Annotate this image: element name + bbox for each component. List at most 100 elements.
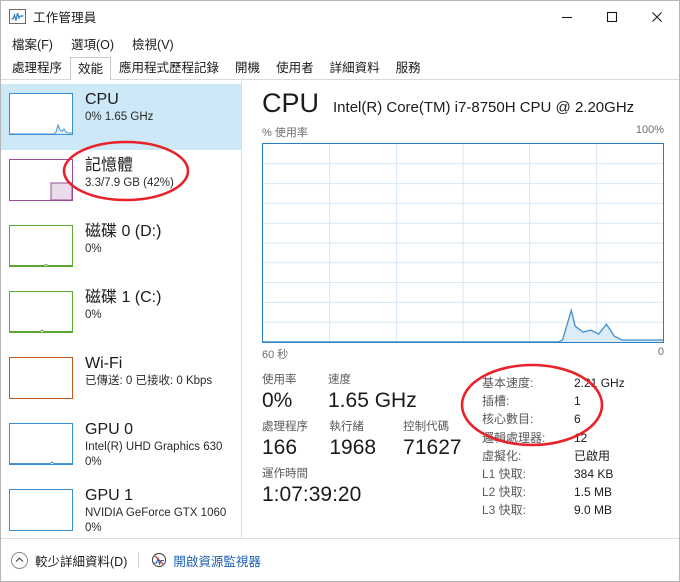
chart-bottom-labels: 60 秒 0 [262, 343, 664, 362]
detail-key: 核心數目: [482, 412, 534, 427]
chart-x-axis-label: 60 秒 [262, 349, 289, 361]
detail-key: L2 快取: [482, 485, 527, 500]
sidebar-disk0-text: 磁碟 0 (D:) 0% [85, 221, 161, 257]
stat-uptime: 運作時間 1:07:39:20 [262, 467, 361, 514]
wifi-thumbnail-graph [9, 357, 73, 399]
sidebar-item-label: Wi-Fi [85, 355, 123, 372]
sidebar-gpu0-text: GPU 0 Intel(R) UHD Graphics 630 0% [85, 419, 222, 470]
detail-value: 384 KB [574, 467, 614, 482]
resource-sidebar: CPU 0% 1.65 GHz 記憶體 3.3/7.9 GB (42%) 磁碟 … [1, 80, 242, 538]
cpu-utilization-chart[interactable] [262, 143, 664, 343]
sidebar-item-label: 記憶體 [85, 157, 134, 174]
minimize-button[interactable] [544, 1, 589, 32]
detail-value: 9.0 MB [574, 503, 613, 518]
stat-label: 控制代碼 [403, 421, 450, 433]
detail-value: 2.21 GHz [574, 376, 625, 390]
menu-item-view[interactable]: 檢視(V) [127, 32, 183, 55]
detail-key: 基本速度: [482, 376, 534, 390]
tab-startup[interactable]: 開機 [227, 57, 268, 79]
menu-bar: 檔案(F) 選項(O) 檢視(V) [1, 32, 679, 55]
chart-svg [263, 144, 663, 342]
detail-key: 邏輯處理器: [482, 430, 546, 445]
detail-value: 6 [574, 412, 581, 427]
sidebar-item-sub2: 0% [85, 522, 102, 534]
performance-panel: CPU Intel(R) Core(TM) i7-8750H CPU @ 2.2… [242, 80, 679, 538]
chart-y-axis-label: % 使用率 [262, 127, 308, 139]
disk1-thumbnail-graph [9, 291, 73, 333]
status-bar: 較少詳細資料(D) 開啟資源監視器 [1, 538, 679, 581]
stat-speed: 速度 1.65 GHz [328, 373, 448, 420]
detail-sockets: 插槽: 1 [482, 392, 664, 410]
detail-value: 1 [574, 394, 581, 409]
tab-app-history[interactable]: 應用程式歷程記錄 [111, 57, 227, 79]
sidebar-item-gpu0[interactable]: GPU 0 Intel(R) UHD Graphics 630 0% [1, 414, 241, 480]
chart-top-labels: % 使用率 100% [262, 124, 664, 143]
sidebar-wifi-text: Wi-Fi 已傳送: 0 已接收: 0 Kbps [85, 353, 212, 389]
sidebar-item-gpu1[interactable]: GPU 1 NVIDIA GeForce GTX 1060 0% [1, 480, 241, 538]
sidebar-item-wifi[interactable]: Wi-Fi 已傳送: 0 已接收: 0 Kbps [1, 348, 241, 414]
sidebar-item-label: 磁碟 1 (C:) [85, 289, 162, 306]
stats-row-3: 運作時間 1:07:39:20 [262, 467, 477, 514]
sidebar-item-sub: 3.3/7.9 GB (42%) [85, 177, 174, 189]
resource-monitor-link[interactable]: 開啟資源監視器 [173, 551, 261, 570]
window-title: 工作管理員 [33, 11, 97, 25]
detail-l1-cache: L1 快取: 384 KB [482, 465, 664, 483]
cpu-thumbnail-graph [9, 93, 73, 135]
task-manager-icon [9, 9, 26, 24]
chevron-up-icon [11, 551, 28, 569]
sidebar-item-sub: 0% [85, 243, 102, 255]
stat-label: 運作時間 [262, 468, 308, 480]
sidebar-item-label: GPU 1 [85, 487, 134, 504]
fewer-details-label: 較少詳細資料(D) [35, 554, 128, 569]
stat-value: 1968 [329, 436, 377, 459]
detail-cores: 核心數目: 6 [482, 410, 664, 428]
tab-users[interactable]: 使用者 [268, 57, 322, 79]
menu-item-options[interactable]: 選項(O) [66, 32, 123, 55]
tab-details[interactable]: 詳細資料 [322, 57, 388, 79]
stat-label: 使用率 [262, 374, 297, 386]
content-area: CPU 0% 1.65 GHz 記憶體 3.3/7.9 GB (42%) 磁碟 … [1, 80, 679, 538]
sidebar-item-disk1[interactable]: 磁碟 1 (C:) 0% [1, 282, 241, 348]
sidebar-item-disk0[interactable]: 磁碟 0 (D:) 0% [1, 216, 241, 282]
menu-item-file[interactable]: 檔案(F) [7, 32, 62, 55]
tab-processes[interactable]: 處理程序 [4, 57, 70, 79]
sidebar-item-label: GPU 0 [85, 421, 134, 438]
sidebar-item-sub: Intel(R) UHD Graphics 630 [85, 441, 223, 453]
chart-gridlines [263, 144, 663, 342]
detail-base-speed: 基本速度: 2.21 GHz [482, 374, 664, 392]
detail-l3-cache: L3 快取: 9.0 MB [482, 501, 664, 519]
detail-key: L1 快取: [482, 467, 527, 482]
cpu-model-name: Intel(R) Core(TM) i7-8750H CPU @ 2.20GHz [333, 99, 635, 116]
sidebar-item-memory[interactable]: 記憶體 3.3/7.9 GB (42%) [1, 150, 241, 216]
gpu0-thumbnail-graph [9, 423, 73, 465]
stat-processes: 處理程序 166 [262, 420, 329, 467]
disk0-thumbnail-graph [9, 225, 73, 267]
maximize-button[interactable] [589, 1, 634, 32]
detail-value: 12 [574, 430, 588, 445]
memory-thumbnail-graph [9, 159, 73, 201]
gpu1-thumbnail-graph [9, 489, 73, 531]
stat-value: 0% [262, 389, 293, 412]
fewer-details-button[interactable]: 較少詳細資料(D) [11, 551, 127, 570]
task-manager-window: 工作管理員 檔案(F) 選項(O) 檢視(V) 處理程序 效能 應用程式歷程記錄… [0, 0, 680, 582]
tab-performance[interactable]: 效能 [70, 57, 112, 80]
page-title: CPU [262, 88, 320, 118]
sidebar-disk1-text: 磁碟 1 (C:) 0% [85, 287, 161, 323]
sidebar-cpu-text: CPU 0% 1.65 GHz [85, 89, 153, 125]
sidebar-item-cpu[interactable]: CPU 0% 1.65 GHz [1, 84, 241, 150]
close-button[interactable] [634, 1, 679, 32]
stat-label: 速度 [328, 374, 351, 386]
sidebar-item-label: 磁碟 0 (D:) [85, 223, 162, 240]
detail-key: 插槽: [482, 394, 510, 409]
cpu-details-list: 基本速度: 2.21 GHz 插槽: 1 核心數目: 6 邏輯處理器: 12 虛… [477, 373, 664, 520]
chart-y-min-label: 0 [657, 346, 664, 358]
window-controls [544, 1, 679, 32]
stat-label: 處理程序 [262, 421, 308, 433]
tab-services[interactable]: 服務 [388, 57, 429, 79]
sidebar-memory-text: 記憶體 3.3/7.9 GB (42%) [85, 155, 174, 191]
panel-header: CPU Intel(R) Core(TM) i7-8750H CPU @ 2.2… [262, 88, 664, 124]
sidebar-item-sub: 0% 1.65 GHz [85, 111, 154, 123]
detail-logical-processors: 邏輯處理器: 12 [482, 429, 664, 447]
stat-label: 執行緒 [329, 421, 364, 433]
sidebar-gpu1-text: GPU 1 NVIDIA GeForce GTX 1060 0% [85, 485, 226, 536]
